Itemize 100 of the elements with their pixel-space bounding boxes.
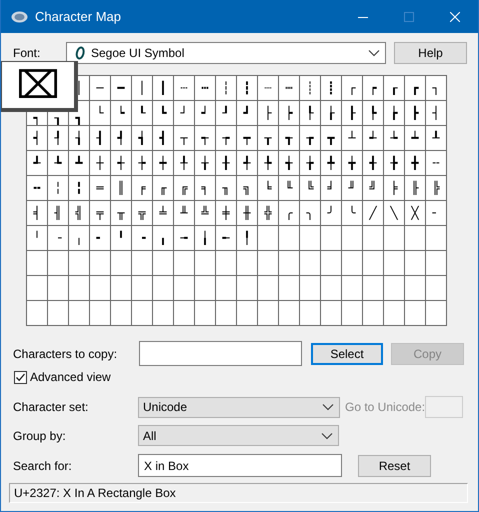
- group-by-dropdown[interactable]: All: [138, 425, 339, 446]
- characters-to-copy-field[interactable]: [139, 341, 302, 366]
- character-cell[interactable]: ╔: [174, 176, 195, 201]
- character-cell[interactable]: ╌: [426, 151, 447, 176]
- character-cell[interactable]: ┯: [237, 126, 258, 151]
- select-button[interactable]: Select: [311, 342, 383, 364]
- character-cell[interactable]: ╨: [174, 201, 195, 226]
- character-cell[interactable]: ╷: [69, 226, 90, 251]
- character-set-dropdown[interactable]: Unicode: [138, 396, 340, 418]
- character-cell[interactable]: ╴: [426, 201, 447, 226]
- character-cell[interactable]: ╊: [384, 151, 405, 176]
- character-cell[interactable]: ╪: [216, 201, 237, 226]
- character-cell[interactable]: ┄: [174, 76, 195, 101]
- character-cell[interactable]: ╟: [405, 176, 426, 201]
- character-cell[interactable]: ┏: [405, 76, 426, 101]
- character-cell[interactable]: ╏: [69, 176, 90, 201]
- character-cell[interactable]: ═: [90, 176, 111, 201]
- help-button[interactable]: Help: [394, 42, 467, 64]
- character-cell[interactable]: ┺: [48, 151, 69, 176]
- character-cell[interactable]: ╙: [279, 176, 300, 201]
- character-cell[interactable]: ╘: [258, 176, 279, 201]
- character-cell[interactable]: ╳: [405, 201, 426, 226]
- character-cell[interactable]: ─: [90, 76, 111, 101]
- character-cell[interactable]: ╩: [195, 201, 216, 226]
- character-cell[interactable]: ╼: [174, 226, 195, 251]
- character-cell[interactable]: ┩: [111, 126, 132, 151]
- character-cell[interactable]: ╈: [342, 151, 363, 176]
- character-cell[interactable]: ╲: [384, 201, 405, 226]
- character-cell[interactable]: ┣: [405, 101, 426, 126]
- character-cell[interactable]: ╣: [69, 201, 90, 226]
- character-cell[interactable]: ┠: [342, 101, 363, 126]
- character-cell[interactable]: ┈: [258, 76, 279, 101]
- character-cell[interactable]: ┲: [300, 126, 321, 151]
- character-cell[interactable]: ╸: [90, 226, 111, 251]
- character-cell[interactable]: ┟: [321, 101, 342, 126]
- character-cell[interactable]: ┳: [321, 126, 342, 151]
- character-cell[interactable]: ╹: [111, 226, 132, 251]
- character-cell[interactable]: ┮: [216, 126, 237, 151]
- character-cell[interactable]: ┥: [27, 126, 48, 151]
- character-cell[interactable]: ┰: [258, 126, 279, 151]
- character-cell[interactable]: ┇: [237, 76, 258, 101]
- character-cell[interactable]: ┕: [111, 101, 132, 126]
- character-cell[interactable]: ┭: [195, 126, 216, 151]
- character-cell[interactable]: ┿: [153, 151, 174, 176]
- character-cell[interactable]: ┌: [342, 76, 363, 101]
- font-dropdown[interactable]: Segoe UI Symbol: [66, 42, 386, 64]
- character-cell[interactable]: ┃: [153, 76, 174, 101]
- character-cell[interactable]: ╢: [48, 201, 69, 226]
- character-cell[interactable]: ╉: [363, 151, 384, 176]
- character-cell[interactable]: ┚: [216, 101, 237, 126]
- character-cell[interactable]: ╮: [300, 201, 321, 226]
- character-cell[interactable]: ╺: [132, 226, 153, 251]
- character-cell[interactable]: ╰: [342, 201, 363, 226]
- character-cell[interactable]: ┵: [363, 126, 384, 151]
- character-cell[interactable]: ┱: [279, 126, 300, 151]
- character-cell[interactable]: ╅: [279, 151, 300, 176]
- character-cell[interactable]: ┴: [342, 126, 363, 151]
- character-cell[interactable]: ┋: [321, 76, 342, 101]
- character-cell[interactable]: ╶: [48, 226, 69, 251]
- character-cell[interactable]: ╃: [237, 151, 258, 176]
- character-cell[interactable]: ╻: [153, 226, 174, 251]
- character-cell[interactable]: ╁: [195, 151, 216, 176]
- character-cell[interactable]: ━: [111, 76, 132, 101]
- character-cell[interactable]: ╝: [363, 176, 384, 201]
- character-cell[interactable]: ┐: [426, 76, 447, 101]
- character-cell[interactable]: ┗: [153, 101, 174, 126]
- character-cell[interactable]: ├: [258, 101, 279, 126]
- character-cell[interactable]: ┶: [384, 126, 405, 151]
- character-cell[interactable]: ┢: [384, 101, 405, 126]
- character-cell[interactable]: ╧: [153, 201, 174, 226]
- character-cell[interactable]: ┸: [426, 126, 447, 151]
- character-cell[interactable]: ┆: [216, 76, 237, 101]
- character-cell[interactable]: ╇: [321, 151, 342, 176]
- character-cell[interactable]: ╋: [405, 151, 426, 176]
- character-cell[interactable]: ╽: [195, 226, 216, 251]
- character-cell[interactable]: ╠: [426, 176, 447, 201]
- character-cell[interactable]: ┬: [174, 126, 195, 151]
- character-cell[interactable]: ╬: [258, 201, 279, 226]
- character-cell[interactable]: ╂: [216, 151, 237, 176]
- character-cell[interactable]: └: [90, 101, 111, 126]
- character-cell[interactable]: ┻: [69, 151, 90, 176]
- character-cell[interactable]: ╵: [27, 226, 48, 251]
- character-cell[interactable]: ╭: [279, 201, 300, 226]
- character-cell[interactable]: ┷: [405, 126, 426, 151]
- character-cell[interactable]: ╖: [216, 176, 237, 201]
- character-cell[interactable]: ┎: [384, 76, 405, 101]
- character-cell[interactable]: ┍: [363, 76, 384, 101]
- character-cell[interactable]: ╆: [300, 151, 321, 176]
- character-cell[interactable]: ┉: [279, 76, 300, 101]
- character-cell[interactable]: ┫: [153, 126, 174, 151]
- character-cell[interactable]: ╚: [300, 176, 321, 201]
- checkbox[interactable]: [14, 370, 27, 384]
- search-field[interactable]: X in Box: [138, 454, 342, 477]
- character-cell[interactable]: ╫: [237, 201, 258, 226]
- reset-button[interactable]: Reset: [358, 454, 431, 476]
- character-cell[interactable]: ┘: [174, 101, 195, 126]
- character-cell[interactable]: ┙: [195, 101, 216, 126]
- character-cell[interactable]: ╞: [384, 176, 405, 201]
- character-cell[interactable]: ┝: [279, 101, 300, 126]
- character-cell[interactable]: ┞: [300, 101, 321, 126]
